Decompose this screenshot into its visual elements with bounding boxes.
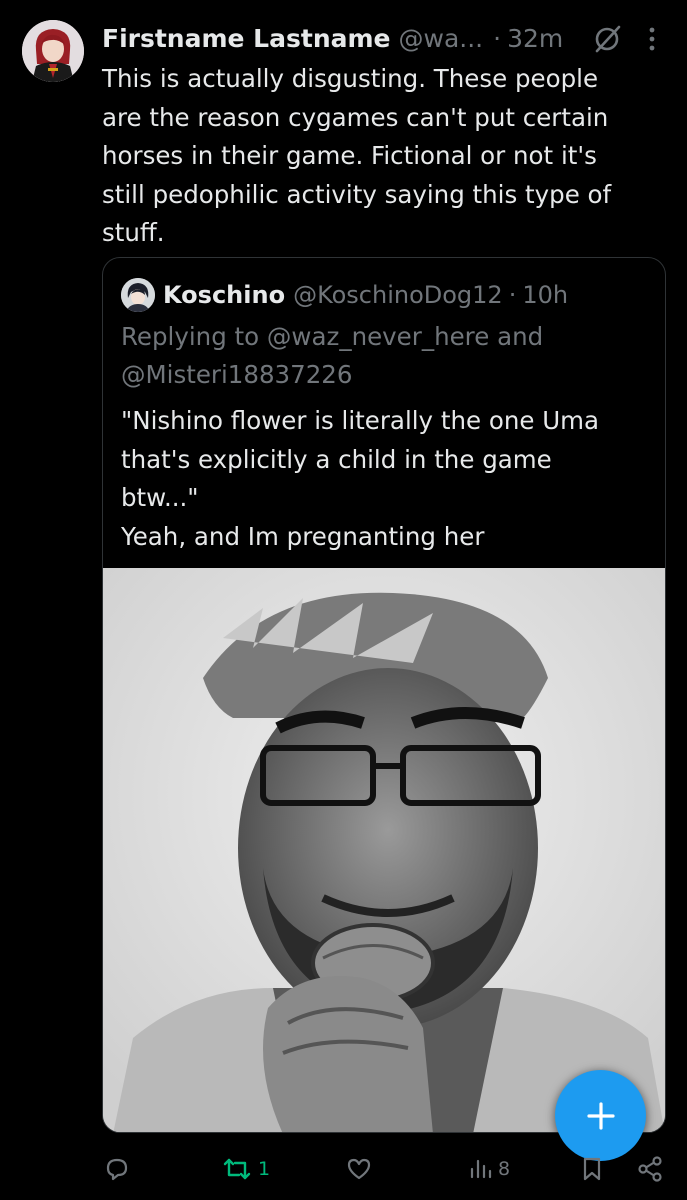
bookmark-icon xyxy=(583,1157,601,1181)
tweet-text: This is actually disgusting. These peopl… xyxy=(102,64,612,247)
share-button[interactable] xyxy=(636,1152,664,1186)
quoted-tweet-header: Koschino @KoschinoDog12 · 10h xyxy=(163,276,568,314)
more-vertical-icon[interactable] xyxy=(642,24,662,54)
plus-icon xyxy=(586,1101,615,1130)
tweet-header: Firstname Lastname @wa... · 32m xyxy=(102,20,563,56)
replying-mention-2[interactable]: @Misteri18837226 xyxy=(121,360,352,389)
reply-button[interactable] xyxy=(104,1152,136,1186)
quoted-header-separator: · xyxy=(508,281,517,309)
quoted-tweet-card[interactable]: Koschino @KoschinoDog12 · 10h Replying t… xyxy=(102,257,666,1133)
views-count: 8 xyxy=(498,1158,511,1180)
quoted-author-name[interactable]: Koschino xyxy=(163,281,285,309)
retweet-icon xyxy=(223,1158,251,1180)
header-separator: · xyxy=(493,23,502,53)
replying-prefix: Replying to xyxy=(121,322,260,351)
author-handle[interactable]: @wa... xyxy=(399,24,484,53)
quoted-tweet-time[interactable]: 10h xyxy=(522,281,568,309)
like-button[interactable] xyxy=(345,1152,379,1186)
replying-and: and xyxy=(497,322,544,351)
quoted-author-handle[interactable]: @KoschinoDog12 xyxy=(293,281,503,309)
replying-mention-1[interactable]: @waz_never_here xyxy=(267,322,489,351)
views-icon xyxy=(470,1159,492,1179)
quoted-tweet-media[interactable] xyxy=(103,568,665,1132)
reply-icon xyxy=(106,1158,128,1181)
heart-icon xyxy=(347,1158,371,1180)
quoted-author-avatar xyxy=(121,278,155,312)
compose-button[interactable] xyxy=(555,1070,646,1161)
retweet-button[interactable]: 1 xyxy=(222,1152,270,1186)
retweet-count: 1 xyxy=(258,1158,271,1180)
tweet-time[interactable]: 32m xyxy=(507,24,563,53)
grok-icon[interactable] xyxy=(590,22,624,56)
author-avatar[interactable] xyxy=(22,20,84,82)
bookmark-button[interactable] xyxy=(580,1152,604,1186)
views-button[interactable]: 8 xyxy=(468,1152,510,1186)
author-name[interactable]: Firstname Lastname xyxy=(102,24,391,53)
share-icon xyxy=(638,1156,662,1182)
quoted-tweet-text: "Nishino flower is literally the one Uma… xyxy=(121,406,600,551)
replying-to-line: Replying to @waz_never_here and @Misteri… xyxy=(121,318,641,394)
